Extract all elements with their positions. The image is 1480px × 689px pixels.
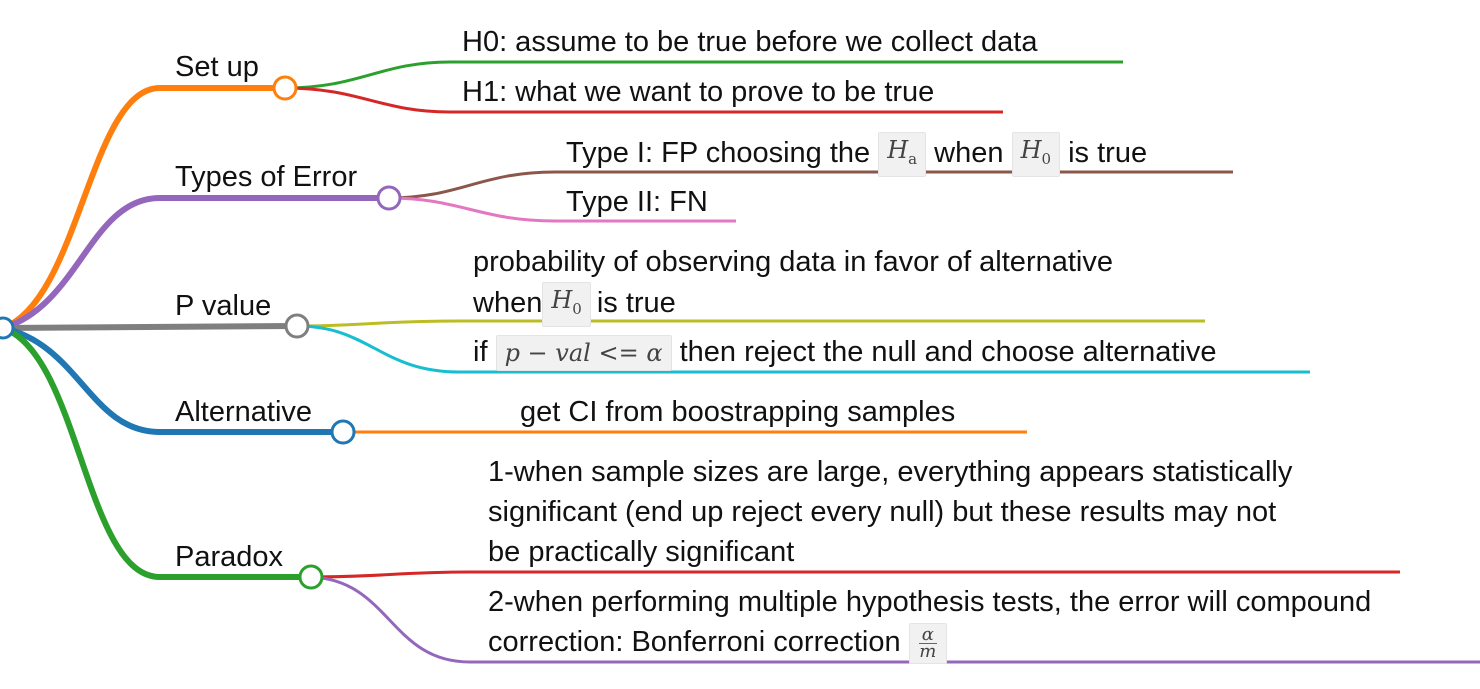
- leaf-type2[interactable]: Type II: FN: [566, 182, 708, 222]
- leaf-type1-post: is true: [1068, 137, 1148, 170]
- branch-label-paradox[interactable]: Paradox: [175, 538, 283, 576]
- leaf-pvalue-if[interactable]: if p − val <= α then reject the null and…: [473, 332, 1216, 372]
- leaf-type1-pre: Type I: FP choosing the: [566, 137, 871, 170]
- edge-paradox-1: [310, 570, 1400, 579]
- branch-label-pvalue[interactable]: P value: [175, 287, 271, 325]
- leaf-paradox1-line2[interactable]: significant (end up reject every null) b…: [488, 492, 1276, 532]
- leaf-paradox2-line1[interactable]: 2-when performing multiple hypothesis te…: [488, 582, 1371, 622]
- edge-root-pvalue: [0, 323, 300, 331]
- leaf-paradox1-line1[interactable]: 1-when sample sizes are large, everythin…: [488, 452, 1292, 492]
- frac-denominator: m: [919, 640, 937, 662]
- edge-pvalue-prob: [296, 319, 1205, 328]
- node-pvalue[interactable]: [284, 313, 310, 339]
- node-errors[interactable]: [376, 185, 402, 211]
- node-paradox[interactable]: [298, 564, 324, 590]
- branch-label-errors[interactable]: Types of Error: [175, 158, 357, 196]
- leaf-type1[interactable]: Type I: FP choosing the Ha when H0 is tr…: [566, 132, 1147, 177]
- leaf-paradox1-line3[interactable]: be practically significant: [488, 532, 794, 572]
- leaf-ci[interactable]: get CI from boostrapping samples: [520, 392, 955, 432]
- branch-label-setup[interactable]: Set up: [175, 48, 259, 86]
- leaf-pvalue-line1[interactable]: probability of observing data in favor o…: [473, 242, 1113, 282]
- math-pval: p − val <= α: [495, 335, 672, 372]
- branch-label-alternative[interactable]: Alternative: [175, 393, 312, 431]
- leaf-pvalue-line2[interactable]: when H0 is true: [473, 282, 676, 327]
- leaf-if-pre: if: [473, 336, 488, 368]
- leaf-h1[interactable]: H1: what we want to prove to be true: [462, 72, 934, 112]
- root-node[interactable]: [0, 316, 15, 340]
- math-ha: Ha: [878, 132, 927, 177]
- math-h0: H0: [1011, 132, 1061, 177]
- leaf-if-post: then reject the null and choose alternat…: [679, 336, 1217, 368]
- leaf-pvalue-post: is true: [596, 287, 676, 320]
- node-setup[interactable]: [272, 75, 298, 101]
- leaf-type1-mid: when: [934, 137, 1004, 170]
- leaf-paradox2-line2[interactable]: correction: Bonferroni correction α m: [488, 622, 947, 664]
- leaf-bonferroni-text: correction: Bonferroni correction: [488, 626, 901, 658]
- math-alpha-over-m: α m: [908, 622, 947, 664]
- leaf-pvalue-when: when: [473, 287, 543, 320]
- math-h0-pvalue: H0: [542, 282, 591, 327]
- node-alternative[interactable]: [330, 419, 356, 445]
- leaf-h0[interactable]: H0: assume to be true before we collect …: [462, 22, 1037, 62]
